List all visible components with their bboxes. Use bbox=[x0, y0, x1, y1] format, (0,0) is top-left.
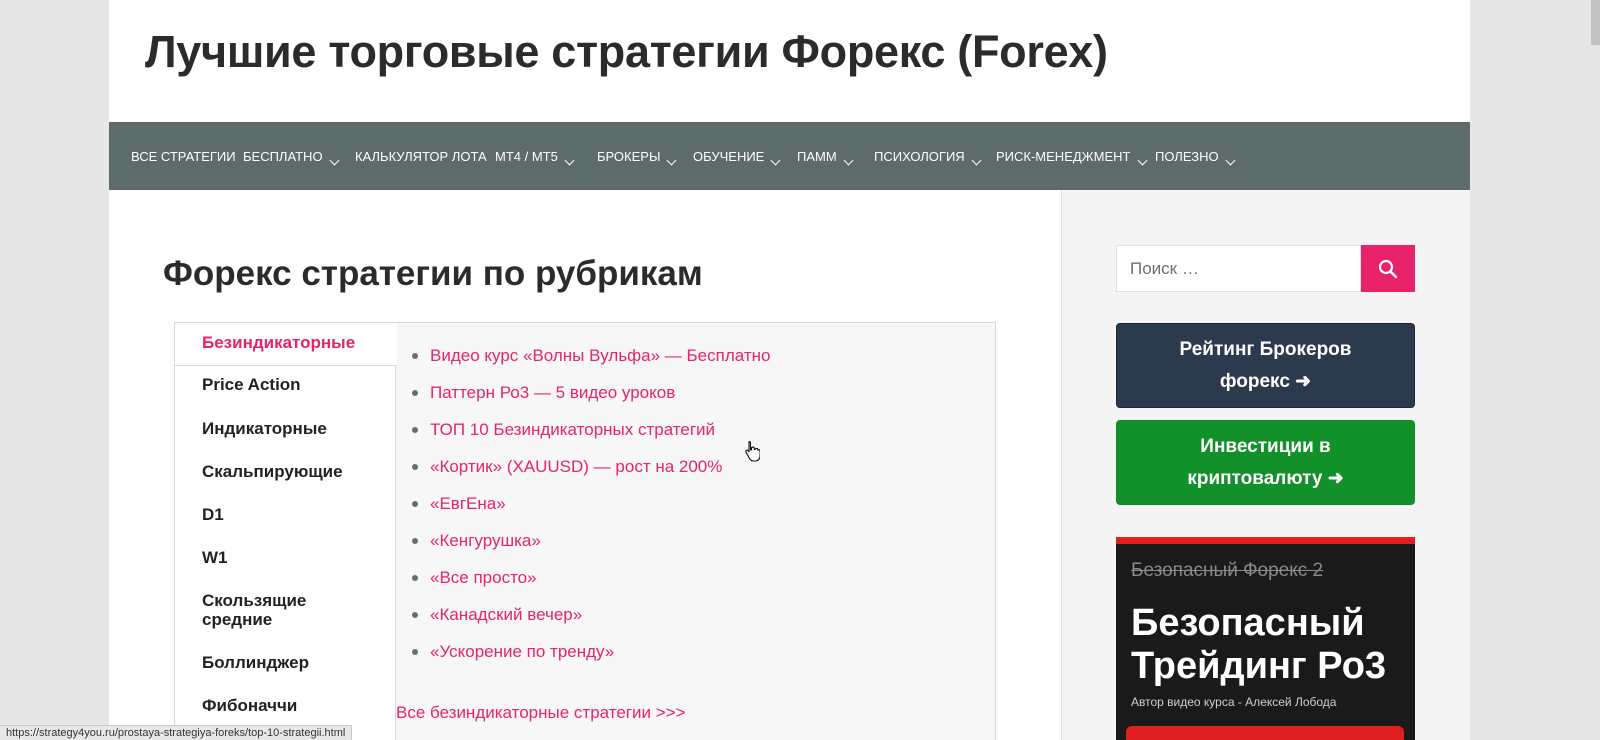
tab-price-action[interactable]: Price Action bbox=[175, 375, 396, 394]
chevron-down-icon bbox=[770, 155, 781, 165]
nav-item-label: ПАММ bbox=[797, 148, 837, 164]
nav-item-pamm[interactable]: ПАММ bbox=[797, 122, 854, 190]
nav-item-label: Обучение bbox=[693, 148, 765, 164]
nav-item-mt4-mt5[interactable]: MT4 / MT5 bbox=[495, 122, 575, 190]
list-item[interactable]: Видео курс «Волны Вульфа» — Бесплатно bbox=[406, 345, 770, 382]
chevron-down-icon bbox=[329, 155, 340, 165]
chevron-down-icon bbox=[1225, 155, 1236, 165]
banner-old-title: Безопасный Форекс 2 bbox=[1131, 560, 1324, 581]
tab-d1[interactable]: D1 bbox=[175, 505, 396, 524]
chevron-down-icon bbox=[1137, 155, 1147, 165]
sidebar: Рейтинг Брокеров форекс ➜ Инвестиции в к… bbox=[1061, 190, 1470, 740]
nav-item-psychology[interactable]: Психология bbox=[874, 122, 982, 190]
scrollbar-thumb[interactable] bbox=[1591, 0, 1600, 45]
list-item[interactable]: «Ускорение по тренду» bbox=[406, 641, 770, 678]
tab-fibonacci[interactable]: Фибоначчи bbox=[175, 696, 396, 715]
all-strategies-link[interactable]: Все безиндикаторные стратегии >>> bbox=[396, 703, 686, 723]
tab-bollinger[interactable]: Боллинджер bbox=[175, 653, 396, 672]
banner-cta-button[interactable] bbox=[1126, 726, 1404, 740]
search-input[interactable] bbox=[1116, 245, 1361, 292]
main-content: Форекс стратегии по рубрикам Безиндикато… bbox=[109, 190, 1061, 740]
nav-item-brokers[interactable]: Брокеры bbox=[597, 122, 677, 190]
list-item[interactable]: Паттерн Ро3 — 5 видео уроков bbox=[406, 382, 770, 419]
nav-item-free[interactable]: Бесплатно bbox=[243, 122, 340, 190]
tab-indicator[interactable]: Индикаторные bbox=[175, 419, 396, 438]
site-title[interactable]: Лучшие торговые стратегии Форекс (Forex) bbox=[145, 26, 1108, 78]
banner-title: Безопасный Трейдинг Ро3 bbox=[1131, 602, 1386, 688]
nav-item-label: Риск-менеджмент bbox=[996, 148, 1131, 164]
tab-no-indicator[interactable]: Безиндикаторные bbox=[175, 323, 397, 366]
tab-moving-averages[interactable]: Скользящие средние bbox=[175, 591, 396, 629]
list-item[interactable]: «ЕвгЕна» bbox=[406, 493, 770, 530]
nav-item-label: Калькулятор лота bbox=[355, 148, 487, 164]
chevron-down-icon bbox=[667, 155, 677, 165]
search-button[interactable] bbox=[1361, 245, 1415, 292]
crypto-invest-button[interactable]: Инвестиции в криптовалюту ➜ bbox=[1116, 420, 1415, 505]
category-tabs: Безиндикаторные Price Action Индикаторны… bbox=[174, 322, 996, 740]
list-item[interactable]: ТОП 10 Безиндикаторных стратегий bbox=[406, 419, 770, 456]
main-nav: Все стратегии Бесплатно Калькулятор лота… bbox=[109, 122, 1470, 190]
nav-item-label: MT4 / MT5 bbox=[495, 148, 558, 164]
magnifier-icon bbox=[1378, 259, 1398, 278]
tab-w1[interactable]: W1 bbox=[175, 548, 396, 567]
nav-item-label: Все стратегии bbox=[131, 148, 236, 164]
status-bar-url: https://strategy4you.ru/prostaya-strateg… bbox=[0, 725, 353, 740]
nav-item-label: Полезно bbox=[1155, 148, 1219, 164]
scrollbar[interactable] bbox=[1582, 0, 1600, 740]
search-form bbox=[1116, 245, 1415, 292]
chevron-down-icon bbox=[971, 155, 982, 165]
chevron-down-icon bbox=[564, 155, 575, 165]
section-title: Форекс стратегии по рубрикам bbox=[163, 254, 703, 293]
banner-title-line: Безопасный bbox=[1131, 602, 1365, 644]
brokers-rating-button[interactable]: Рейтинг Брокеров форекс ➜ bbox=[1116, 323, 1415, 408]
nav-item-label: Брокеры bbox=[597, 148, 661, 164]
nav-item-education[interactable]: Обучение bbox=[693, 122, 781, 190]
list-item[interactable]: «Все просто» bbox=[406, 567, 770, 604]
tab-list: Безиндикаторные Price Action Индикаторны… bbox=[175, 323, 397, 740]
list-item[interactable]: «Кортик» (XAUUSD) — рост на 200% bbox=[406, 456, 770, 493]
nav-item-label: Бесплатно bbox=[243, 148, 323, 164]
chevron-down-icon bbox=[843, 155, 854, 165]
nav-item-all-strategies[interactable]: Все стратегии bbox=[131, 122, 236, 190]
nav-item-lot-calculator[interactable]: Калькулятор лота bbox=[355, 122, 487, 190]
course-banner[interactable]: Безопасный Форекс 2 Безопасный Трейдинг … bbox=[1116, 537, 1415, 740]
banner-title-line: Трейдинг Ро3 bbox=[1131, 645, 1387, 687]
tab-scalping[interactable]: Скальпирующие bbox=[175, 462, 396, 481]
banner-author: Автор видео курса - Алексей Лобода bbox=[1131, 695, 1337, 709]
nav-item-useful[interactable]: Полезно bbox=[1155, 122, 1236, 190]
hand-pointer-icon bbox=[745, 440, 760, 462]
page: Лучшие торговые стратегии Форекс (Forex)… bbox=[109, 0, 1470, 740]
site-header: Лучшие торговые стратегии Форекс (Forex) bbox=[109, 0, 1470, 122]
strategy-list: Видео курс «Волны Вульфа» — Бесплатно Па… bbox=[406, 345, 770, 678]
nav-item-risk-management[interactable]: Риск-менеджмент bbox=[996, 122, 1147, 190]
list-item[interactable]: «Канадский вечер» bbox=[406, 604, 770, 641]
nav-item-label: Психология bbox=[874, 148, 965, 164]
list-item[interactable]: «Кенгурушка» bbox=[406, 530, 770, 567]
